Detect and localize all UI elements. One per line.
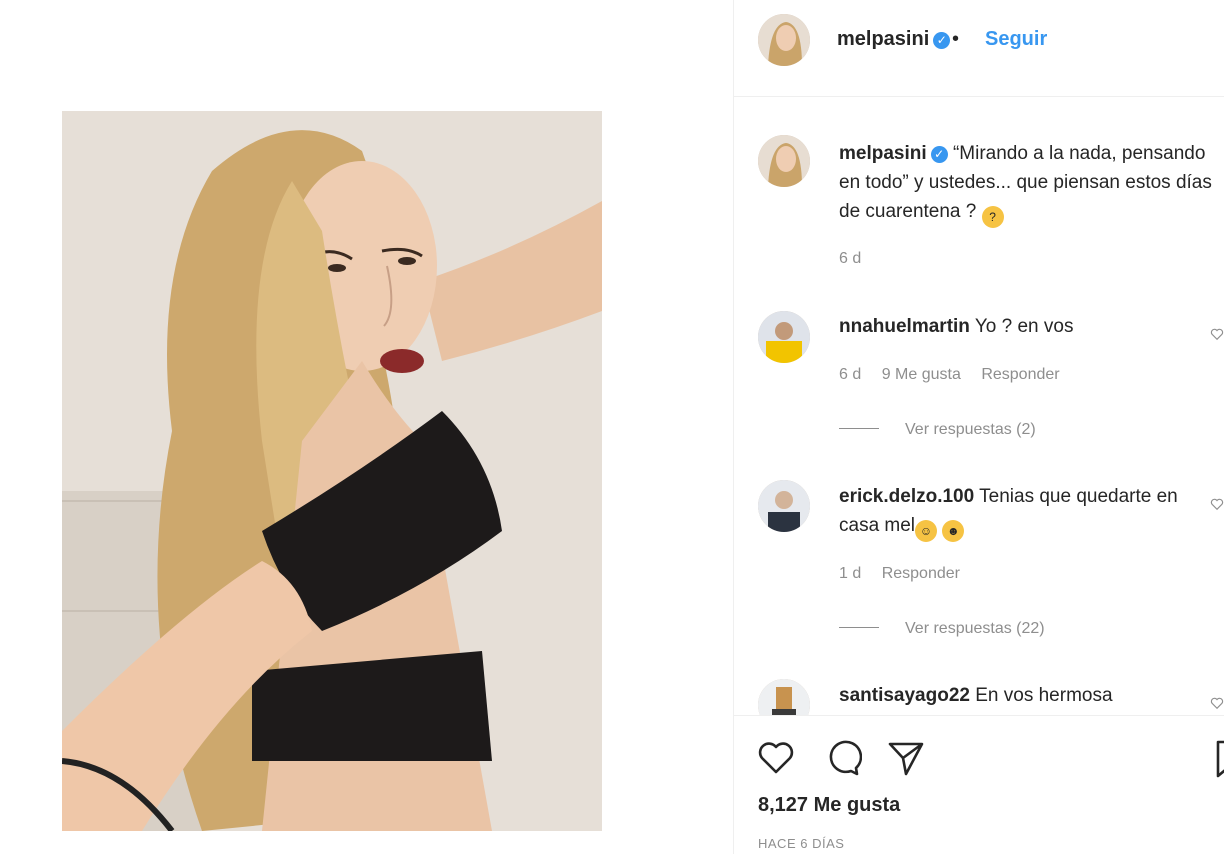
comment-like-heart-icon[interactable] [1210, 327, 1224, 341]
replies-line [839, 627, 879, 628]
comment-username[interactable]: erick.delzo.100 [839, 486, 974, 507]
laughing-emoji-icon: ☺ [915, 520, 938, 542]
comment-body: En vos hermosa [975, 685, 1113, 706]
post-date: HACE 6 DÍAS [758, 836, 845, 851]
comment-avatar[interactable] [758, 679, 810, 715]
like-heart-icon[interactable] [756, 738, 796, 778]
follow-button[interactable]: Seguir [985, 28, 1047, 51]
share-send-icon[interactable] [886, 738, 926, 778]
comments-panel[interactable]: melpasini ✓ “Mirando a la nada, pensando … [734, 97, 1224, 715]
view-replies-label: Ver respuestas (22) [905, 620, 1045, 637]
reply-button[interactable]: Responder [981, 366, 1059, 383]
comment-text: nnahuelmartin Yo ? en vos [839, 312, 1219, 341]
comment-avatar[interactable] [758, 480, 810, 532]
post-photo[interactable] [62, 111, 602, 831]
comment-like-heart-icon[interactable] [1210, 497, 1224, 511]
comment-bubble-icon[interactable] [822, 738, 862, 778]
view-replies-label: Ver respuestas (2) [905, 421, 1036, 438]
caption-avatar[interactable] [758, 135, 810, 187]
caption-meta: 6 d [839, 250, 877, 268]
comment-meta: 1 d Responder [839, 565, 976, 583]
post-actions: 8,127 Me gusta HACE 6 DÍAS [734, 715, 1224, 854]
comment-like-heart-icon[interactable] [1210, 696, 1224, 710]
post-photo-illustration [62, 111, 602, 831]
comment-time: 1 d [839, 565, 862, 582]
header-separator: • [952, 28, 960, 50]
kiss-emoji-icon: ☻ [942, 520, 965, 542]
caption-text: melpasini ✓ “Mirando a la nada, pensando … [839, 139, 1219, 228]
instagram-post-page: melpasini ✓ • Seguir melpasini ✓ “Mirando … [0, 0, 1224, 854]
comment-likes[interactable]: 9 Me gusta [882, 366, 961, 383]
author-username-text: melpasini [837, 28, 930, 50]
author-username[interactable]: melpasini ✓ [837, 28, 951, 51]
verified-badge-icon: ✓ [930, 146, 948, 163]
comment-avatar[interactable] [758, 311, 810, 363]
comment-time: 6 d [839, 366, 862, 383]
author-avatar[interactable] [758, 14, 810, 66]
comment-body: Yo ? en vos [974, 316, 1074, 337]
replies-line [839, 428, 879, 429]
view-replies-button[interactable]: Ver respuestas (22) [839, 620, 1045, 638]
comment-meta: 6 d 9 Me gusta Responder [839, 366, 1076, 384]
likes-count[interactable]: 8,127 Me gusta [758, 794, 900, 817]
comment-text: erick.delzo.100 Tenias que quedarte en c… [839, 482, 1219, 542]
comment-text: santisayago22 En vos hermosa [839, 681, 1219, 710]
comment-username[interactable]: nnahuelmartin [839, 316, 970, 337]
caption-username[interactable]: melpasini [839, 143, 927, 164]
caption-time: 6 d [839, 250, 862, 267]
verified-badge-icon: ✓ [933, 32, 951, 49]
save-bookmark-icon[interactable] [1210, 738, 1224, 778]
post-header: melpasini ✓ • Seguir [734, 0, 1224, 97]
comment-username[interactable]: santisayago22 [839, 685, 970, 706]
reply-button[interactable]: Responder [882, 565, 960, 582]
thinking-emoji-icon: ? [981, 206, 1004, 228]
view-replies-button[interactable]: Ver respuestas (2) [839, 421, 1036, 439]
